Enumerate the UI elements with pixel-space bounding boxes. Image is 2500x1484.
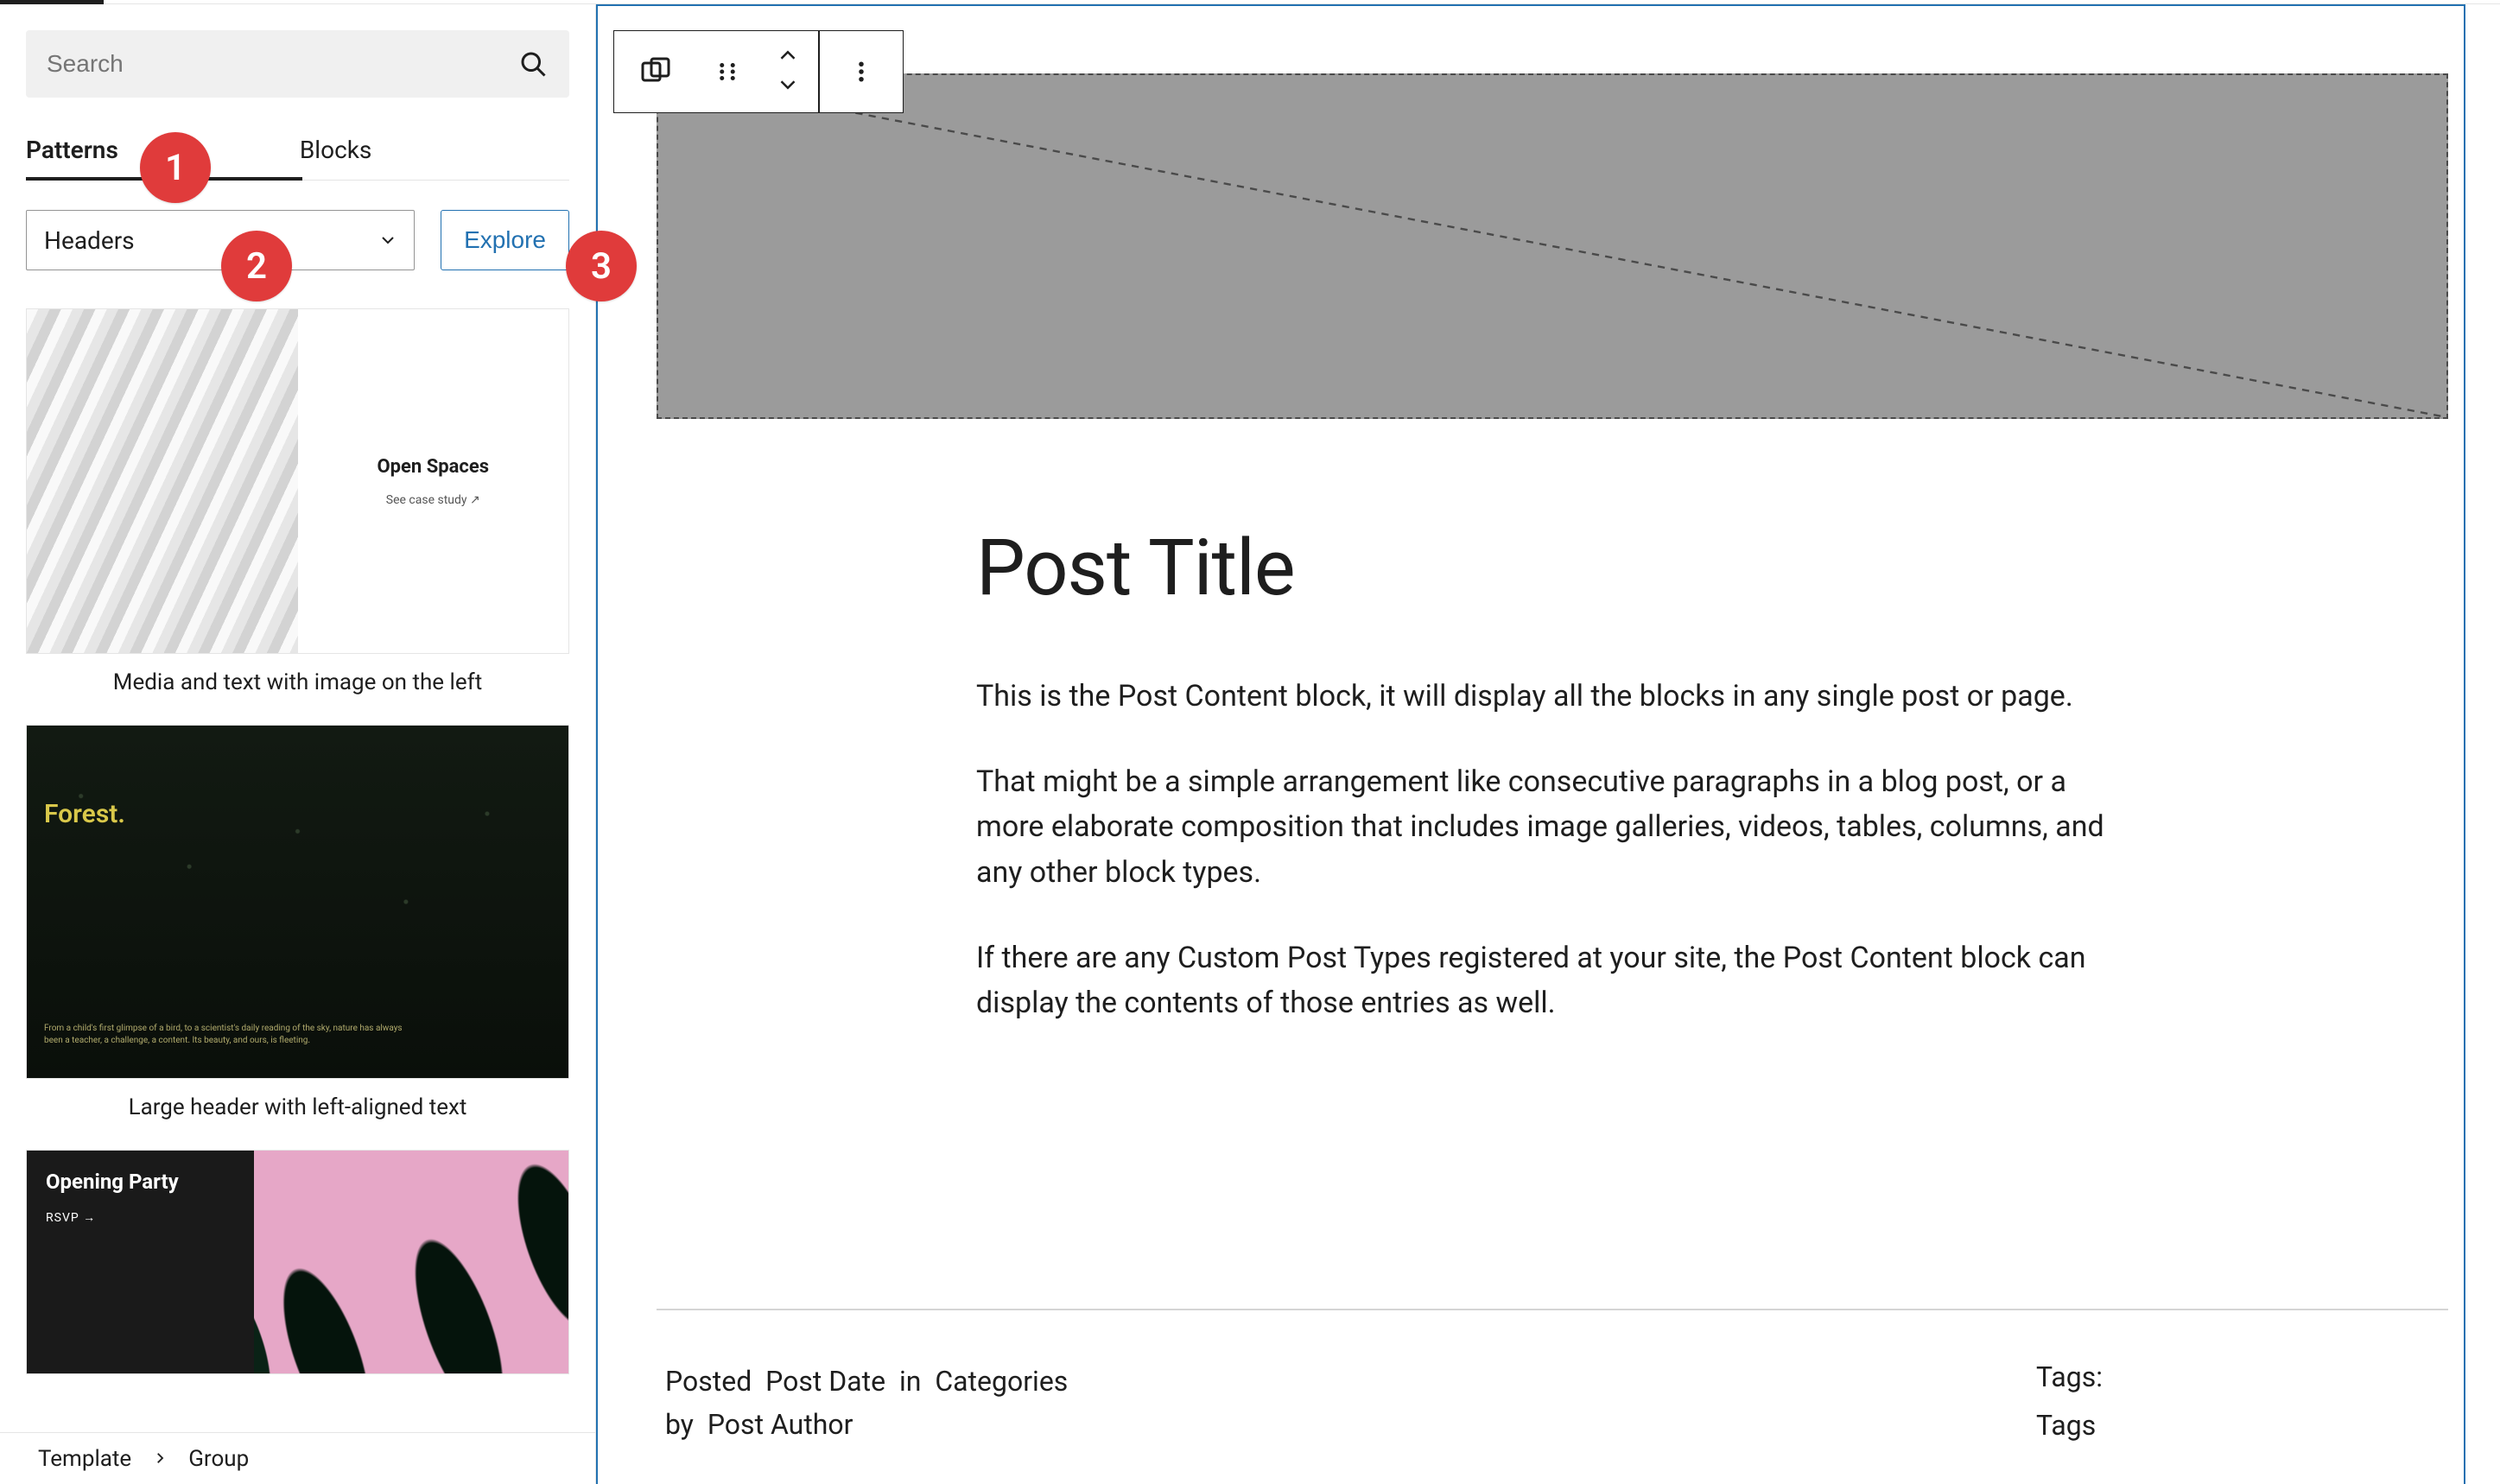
thumb-desc: From a child's first glimpse of a bird, … [44,1023,404,1047]
tab-blocks[interactable]: Blocks [300,124,372,180]
meta-tags[interactable]: Tags [2036,1409,2103,1442]
block-toolbar [613,30,904,113]
annotation-badge-3: 3 [566,231,637,301]
search-icon[interactable] [517,48,549,79]
meta-in: in [899,1365,921,1398]
inserter-tabs: Patterns Blocks [26,124,569,181]
move-down-button[interactable] [775,72,801,101]
pattern-item-party[interactable]: Opening Party RSVP → [26,1150,569,1374]
annotation-badge-1: 1 [140,132,211,203]
meta-post-author[interactable]: Post Author [707,1408,853,1441]
more-vertical-icon [848,59,874,85]
pattern-thumbnail: Forest. From a child's first glimpse of … [26,725,569,1079]
meta-posted: Posted [665,1365,752,1398]
pattern-thumbnail: Opening Party RSVP → [26,1150,569,1374]
pattern-category-selected: Headers [44,226,135,255]
thumb-title: Open Spaces [377,456,489,478]
breadcrumb: Template Group [0,1432,595,1484]
tab-patterns[interactable]: Patterns [26,124,118,180]
drag-handle[interactable] [697,31,758,112]
pattern-thumbnail: Open Spaces See case study ↗ [26,308,569,654]
meta-post-date[interactable]: Post Date [765,1365,885,1398]
pattern-caption: Large header with left-aligned text [26,1094,569,1120]
search-box[interactable] [26,30,569,98]
thumb-subtitle: See case study ↗ [386,493,480,507]
breadcrumb-current[interactable]: Group [188,1446,249,1472]
group-icon [638,54,673,89]
move-up-button[interactable] [775,42,801,72]
thumb-subtitle: RSVP → [46,1210,235,1225]
chevron-down-icon [378,230,398,251]
pattern-item-media-text[interactable]: Open Spaces See case study ↗ Media and t… [26,308,569,695]
block-type-button[interactable] [614,31,697,112]
pattern-item-forest[interactable]: Forest. From a child's first glimpse of … [26,725,569,1120]
thumb-title: Forest. [44,799,125,829]
image-placeholder[interactable] [657,73,2448,419]
drag-icon [714,59,740,85]
block-mover [758,31,818,112]
editor-canvas[interactable]: Post Title This is the Post Content bloc… [596,4,2500,1484]
separator [657,1309,2448,1310]
meta-by: by [665,1408,694,1441]
breadcrumb-root[interactable]: Template [38,1446,131,1472]
pattern-category-select[interactable]: Headers [26,210,415,270]
post-paragraph[interactable]: That might be a simple arrangement like … [976,759,2137,896]
meta-tags-label: Tags: [2036,1360,2103,1393]
patterns-list: Open Spaces See case study ↗ Media and t… [26,308,569,1432]
chevron-right-icon [152,1446,168,1472]
post-title[interactable]: Post Title [976,523,2137,613]
post-paragraph[interactable]: This is the Post Content block, it will … [976,674,2137,720]
explore-button[interactable]: Explore [441,210,569,270]
annotation-badge-2: 2 [221,231,292,301]
search-input[interactable] [47,50,517,78]
post-meta: Posted Post Date in Categories by Post A… [665,1360,2448,1446]
pattern-caption: Media and text with image on the left [26,669,569,695]
meta-categories[interactable]: Categories [935,1365,1068,1398]
thumb-title: Opening Party [46,1170,235,1195]
post-content: Post Title This is the Post Content bloc… [976,523,2137,1066]
inserter-sidebar: Patterns Blocks Headers Explore [0,4,596,1484]
block-options-button[interactable] [820,31,903,112]
post-paragraph[interactable]: If there are any Custom Post Types regis… [976,935,2137,1026]
